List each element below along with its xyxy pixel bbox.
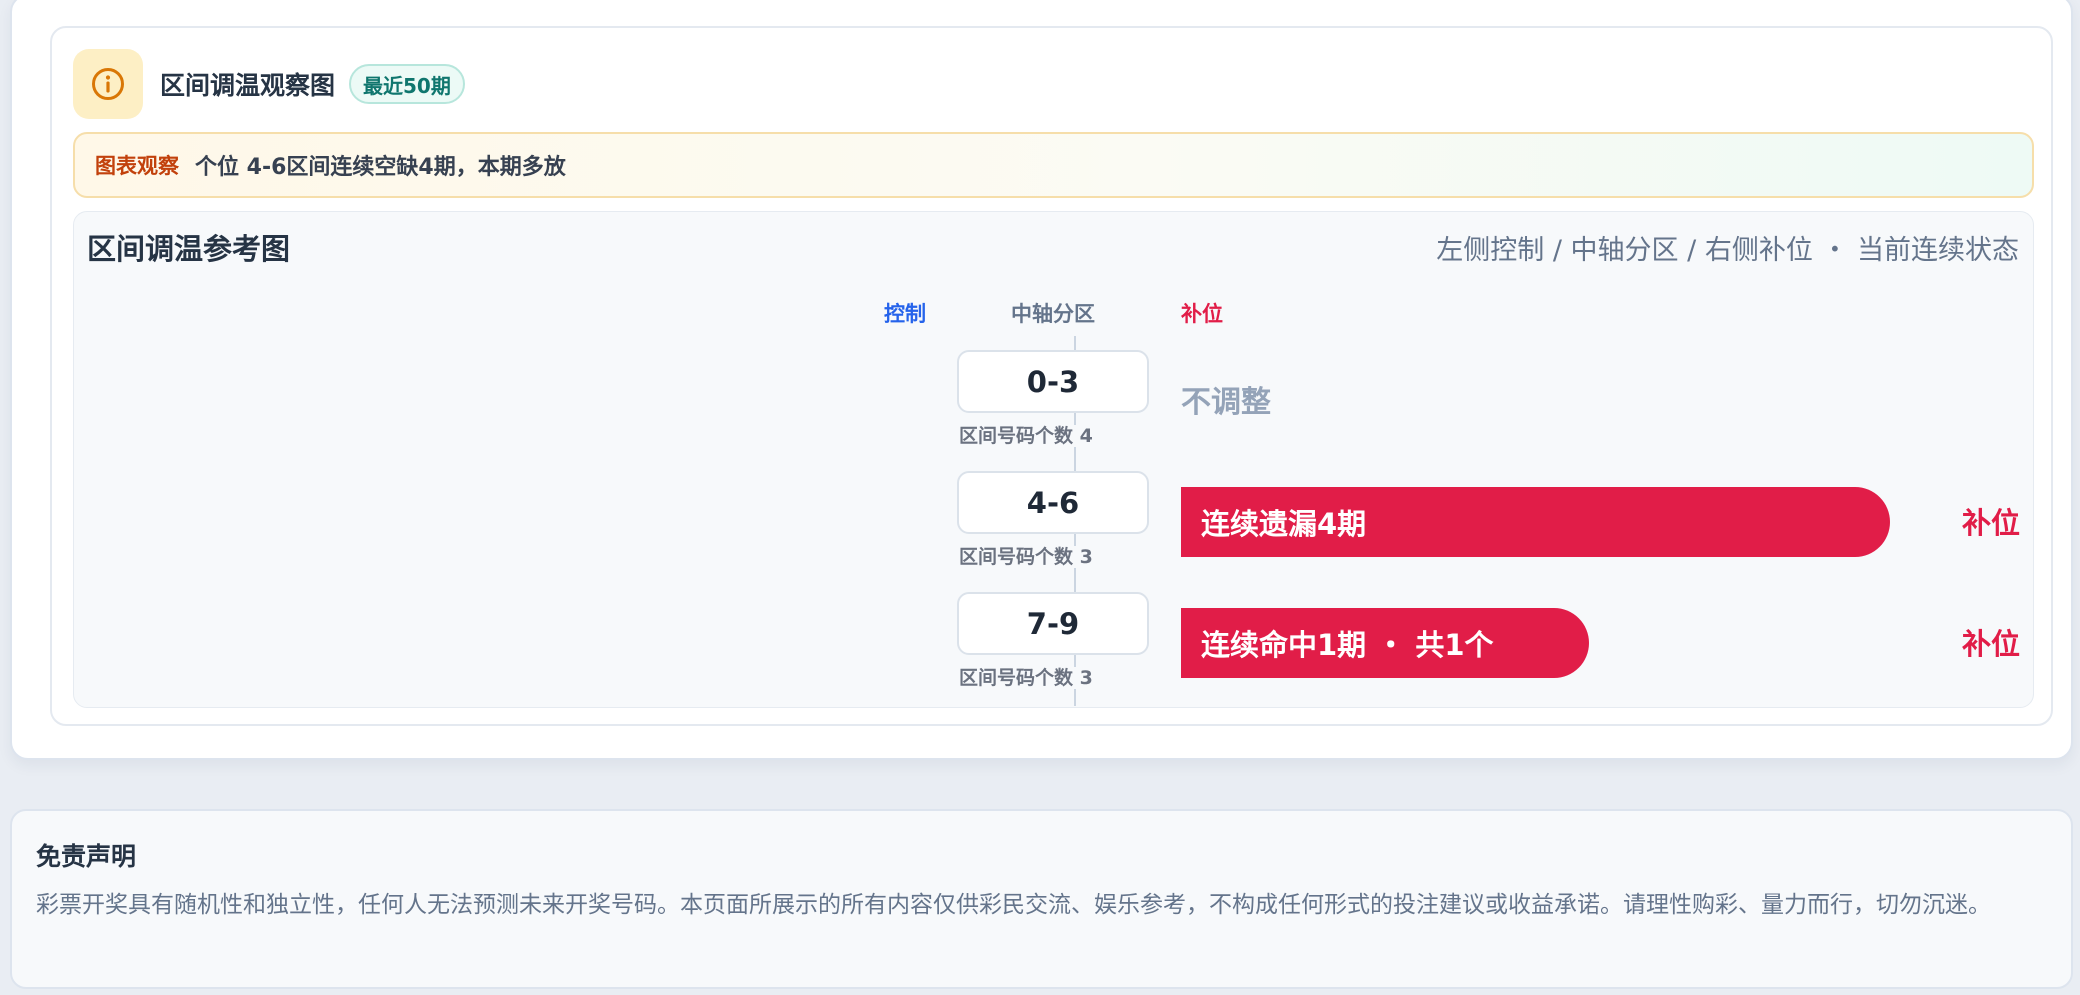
range-count-label: 区间号码个数 4 [957,425,1095,447]
reference-chart-panel: 区间调温参考图 左侧控制 / 中轴分区 / 右侧补位 ・ 当前连续状态 控制 中… [73,211,2034,708]
observation-text: 个位 4-6区间连续空缺4期，本期多放 [195,155,566,180]
disclaimer-card: 免责声明 彩票开奖具有随机性和独立性，任何人无法预测未来开奖号码。本页面所展示的… [10,809,2073,989]
status-no-adjust: 不调整 [1181,385,1271,420]
disclaimer-body: 彩票开奖具有随机性和独立性，任何人无法预测未来开奖号码。本页面所展示的所有内容仅… [36,892,1991,918]
status-bar-4-6: 连续遗漏4期 [1181,487,1890,557]
disclaimer-title: 免责声明 [36,842,137,871]
observation-banner: 图表观察 个位 4-6区间连续空缺4期，本期多放 [73,132,2034,198]
info-icon [73,49,143,119]
reference-title: 区间调温参考图 [87,232,291,266]
status-tag-7-9: 补位 [1961,627,2020,661]
range-count-label: 区间号码个数 3 [957,667,1095,689]
column-header-fill: 补位 [1181,302,1223,326]
range-box-7-9: 7-9 [957,592,1149,655]
column-header-axis: 中轴分区 [1011,302,1095,326]
column-header-control: 控制 [884,302,926,326]
chart-card: 区间调温观察图 最近50期 图表观察 个位 4-6区间连续空缺4期，本期多放 区… [10,0,2073,760]
card-header: 区间调温观察图 最近50期 [73,49,465,119]
reference-description: 左侧控制 / 中轴分区 / 右侧补位 ・ 当前连续状态 [1436,235,2019,266]
status-bar-7-9: 连续命中1期 ・ 共1个 [1181,608,1589,678]
range-box-4-6: 4-6 [957,471,1149,534]
range-box-0-3: 0-3 [957,350,1149,413]
period-badge[interactable]: 最近50期 [349,64,465,104]
chart-inner-card: 区间调温观察图 最近50期 图表观察 个位 4-6区间连续空缺4期，本期多放 区… [50,26,2053,726]
status-tag-4-6: 补位 [1961,506,2020,540]
observation-label: 图表观察 [95,154,179,178]
card-title: 区间调温观察图 [160,71,336,100]
range-count-label: 区间号码个数 3 [957,546,1095,568]
